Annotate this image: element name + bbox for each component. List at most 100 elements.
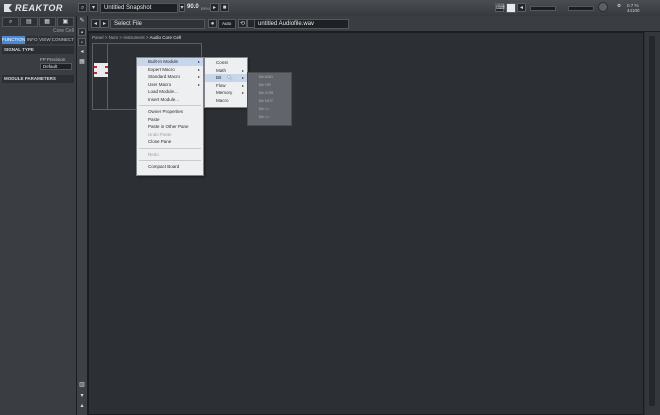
tab-view[interactable]: VIEW bbox=[39, 36, 51, 44]
auto-button[interactable]: Auto bbox=[218, 19, 236, 29]
menu-item-label: Built-In Module bbox=[148, 59, 179, 64]
top-toolbar: REAKTOR ⌕ ▾ Untitled Snapshot ▾ 90.0 BPM… bbox=[0, 0, 660, 17]
submenu-item-math[interactable]: Math ▸ bbox=[205, 67, 247, 75]
submenu-item-memory[interactable]: Memory ▸ bbox=[205, 89, 247, 97]
display-toggle-icon[interactable] bbox=[506, 3, 516, 13]
snapshot-select[interactable]: Untitled Snapshot bbox=[100, 3, 178, 13]
menu-item-label: Undo Paste bbox=[148, 131, 172, 137]
master-tune-slider[interactable] bbox=[568, 6, 594, 11]
menu-item-label: Insert Module... bbox=[148, 96, 180, 102]
tab-connect[interactable]: CONNECT bbox=[51, 36, 74, 44]
scroll-down-icon[interactable]: ▾ bbox=[78, 392, 86, 400]
submenu-item-macro[interactable]: Macro bbox=[205, 97, 247, 105]
submenu-arrow-icon: ▸ bbox=[197, 59, 200, 64]
browser-panel-tab[interactable]: ▦ bbox=[38, 17, 56, 27]
fp-precision-select[interactable]: Default bbox=[40, 63, 72, 70]
menu-item-label: Bit bbox=[216, 75, 222, 80]
module-port[interactable] bbox=[105, 66, 108, 68]
play-icon[interactable]: ▸ bbox=[210, 3, 219, 12]
audio-file-field[interactable]: untitled Audiofile.wav bbox=[254, 19, 349, 29]
samplerate-readout: 44100 bbox=[627, 8, 640, 13]
module-port[interactable] bbox=[94, 72, 97, 74]
breadcrumb-item[interactable]: Num bbox=[109, 35, 119, 40]
menu-item-label: Load Module... bbox=[148, 89, 178, 94]
nav-forward-icon[interactable]: ▸ bbox=[100, 19, 109, 28]
bit-item-not[interactable]: Bit NOT bbox=[248, 97, 291, 105]
stop-icon[interactable]: ■ bbox=[220, 3, 229, 12]
menu-item-label: Close Pane bbox=[148, 139, 172, 144]
menu-item-label: Paste bbox=[148, 116, 160, 122]
submenu-arrow-icon: ▸ bbox=[197, 66, 200, 72]
browser-files-tab[interactable]: ▤ bbox=[20, 17, 38, 27]
properties-path: Core Cell bbox=[53, 28, 74, 34]
submenu-arrow-icon: ▸ bbox=[241, 90, 244, 95]
menu-dropdown-icon[interactable]: ▾ bbox=[89, 3, 98, 12]
bit-item-shift-right[interactable]: Bit >> bbox=[248, 113, 291, 121]
panel-toggle-icon[interactable]: ▪ bbox=[78, 28, 86, 36]
master-knob[interactable] bbox=[598, 2, 608, 12]
scroll-track[interactable] bbox=[649, 36, 655, 406]
search-icon[interactable]: ⌕ bbox=[78, 3, 87, 12]
menu-item-built-in-module[interactable]: Built-In Module ▸ bbox=[137, 58, 203, 66]
browser-search-tab[interactable]: ⌕ bbox=[2, 17, 20, 27]
menu-item-close-pane[interactable]: Close Pane bbox=[137, 138, 203, 146]
menu-item-label: Const bbox=[216, 60, 228, 65]
bit-item-or[interactable]: Bit OR bbox=[248, 81, 291, 89]
module-port[interactable] bbox=[94, 66, 97, 68]
loop-icon[interactable]: ⟲ bbox=[238, 19, 247, 28]
menu-item-paste[interactable]: Paste bbox=[137, 116, 203, 124]
menu-item-label: Paste in Other Pane bbox=[148, 124, 189, 129]
structure-toolbar: ✎ ▪ ▫ ◂ ▦ ▥ ▾ ▴ bbox=[77, 16, 88, 415]
menu-item-user-macro[interactable]: User Macro ▸ bbox=[137, 81, 203, 89]
select-file-field[interactable]: Select File bbox=[110, 19, 205, 29]
bit-item-xor[interactable]: Bit XOR bbox=[248, 89, 291, 97]
submenu-item-bit[interactable]: Bit ▸ bbox=[205, 74, 247, 82]
tab-info[interactable]: INFO bbox=[26, 36, 38, 44]
instrument-header: ◂ ▸ Select File ● Auto ⟲ ▸ ■ ● untitled … bbox=[88, 16, 660, 32]
keyboard-icon[interactable]: ⌨ bbox=[495, 3, 505, 12]
vertical-scrollbar[interactable] bbox=[645, 32, 660, 415]
mouse-cursor-icon: ↖ bbox=[227, 75, 233, 82]
audio-module[interactable] bbox=[94, 63, 108, 77]
wrench-icon[interactable]: ✎ bbox=[78, 17, 86, 25]
nav-back-icon[interactable]: ◂ bbox=[91, 19, 100, 28]
fp-precision-label: FP Precision bbox=[40, 57, 66, 62]
bit-item-shift-left[interactable]: Bit << bbox=[248, 105, 291, 113]
menu-item-paste-other-pane[interactable]: Paste in Other Pane bbox=[137, 123, 203, 131]
app-logo: REAKTOR bbox=[4, 3, 63, 13]
reaktor-logo-icon bbox=[4, 4, 12, 12]
menu-item-load-module[interactable]: Load Module... bbox=[137, 88, 203, 96]
submenu-arrow-icon: ▸ bbox=[197, 81, 200, 87]
bit-item-and[interactable]: Bit AND bbox=[248, 73, 291, 81]
menu-item-insert-module[interactable]: Insert Module... bbox=[137, 96, 203, 104]
breadcrumb-item[interactable]: Panel bbox=[92, 35, 104, 40]
menu-item-compact-board[interactable]: Compact Board bbox=[137, 163, 203, 171]
browser-properties-tab[interactable]: ▣ bbox=[56, 17, 74, 27]
menu-item-label: Memory bbox=[216, 90, 233, 95]
submenu-item-flow[interactable]: Flow ▸ bbox=[205, 82, 247, 90]
menu-item-label: Owner Properties bbox=[148, 109, 184, 114]
auto-label: Auto bbox=[222, 21, 232, 26]
scroll-up-icon[interactable]: ▴ bbox=[78, 402, 86, 410]
module-port[interactable] bbox=[105, 72, 108, 74]
tempo-value[interactable]: 90.0 bbox=[187, 4, 199, 10]
snapshot-arrow-icon[interactable]: ▾ bbox=[179, 3, 185, 12]
record-icon[interactable]: ● bbox=[208, 19, 217, 28]
menu-item-label: Macro bbox=[216, 97, 229, 103]
master-volume-slider[interactable] bbox=[530, 6, 556, 11]
speaker-icon[interactable]: ◂ bbox=[517, 3, 526, 12]
zoom-fit-icon[interactable]: ▥ bbox=[78, 381, 86, 389]
submenu-item-const[interactable]: Const bbox=[205, 59, 247, 67]
menu-item-standard-macro[interactable]: Standard Macro ▸ bbox=[137, 73, 203, 81]
menu-item-expert-macro[interactable]: Expert Macro ▸ bbox=[137, 66, 203, 74]
breadcrumb-item[interactable]: Instrument bbox=[123, 35, 144, 40]
back-arrow-icon[interactable]: ◂ bbox=[78, 48, 86, 56]
grid-icon[interactable]: ▦ bbox=[78, 58, 86, 66]
submenu-arrow-icon: ▸ bbox=[197, 74, 200, 79]
edit-toggle-icon[interactable]: ▫ bbox=[78, 38, 86, 46]
menu-item-redo: Redo bbox=[137, 151, 203, 159]
menu-item-owner-properties[interactable]: Owner Properties bbox=[137, 108, 203, 116]
tab-function[interactable]: FUNCTION bbox=[2, 36, 26, 44]
settings-icon[interactable]: ⚙ bbox=[617, 3, 621, 9]
menu-separator bbox=[139, 147, 201, 149]
